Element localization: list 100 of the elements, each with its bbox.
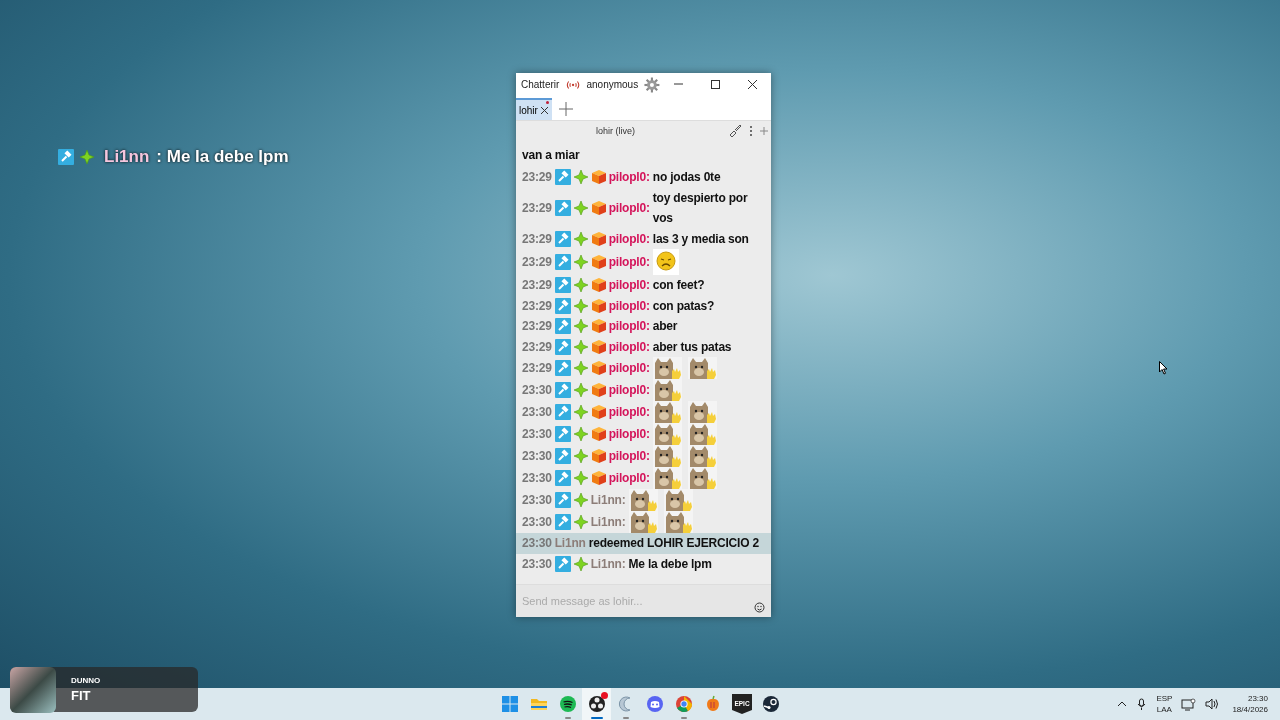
- more-icon[interactable]: [748, 125, 754, 137]
- cube-icon: [590, 470, 607, 486]
- account-name[interactable]: anonymous: [586, 79, 639, 90]
- cat-emote: [652, 423, 682, 445]
- microphone-icon[interactable]: [1136, 697, 1148, 711]
- cube-icon: [590, 448, 607, 464]
- chevron-up-icon[interactable]: [1117, 700, 1128, 708]
- cube-icon: [590, 338, 607, 355]
- cube-icon: [590, 254, 607, 270]
- username[interactable]: pilopl0:: [608, 423, 650, 445]
- username[interactable]: Li1nn: [554, 533, 586, 554]
- username[interactable]: pilopl0:: [608, 251, 650, 273]
- cat-emote: [652, 401, 682, 423]
- maximize-icon[interactable]: [710, 79, 721, 90]
- language-indicator[interactable]: ESP LAA: [1156, 693, 1173, 715]
- hammer-icon: [554, 200, 571, 216]
- username[interactable]: pilopl0:: [608, 197, 650, 219]
- browser-icon: [673, 694, 694, 714]
- sparkle-icon: [572, 470, 589, 486]
- brush-icon[interactable]: [728, 124, 742, 138]
- cat-emote: [628, 511, 658, 533]
- timestamp: 23:29: [522, 338, 552, 356]
- cat-emote: [652, 445, 682, 467]
- message-input-field[interactable]: Send message as lohir...: [516, 584, 771, 617]
- speaker-icon[interactable]: [1205, 697, 1220, 711]
- hammer-icon: [554, 470, 571, 486]
- message-text: aber tus patas: [652, 338, 732, 356]
- hammer-icon: [554, 492, 571, 508]
- taskbar-app[interactable]: [582, 688, 611, 720]
- sparkle-icon: [572, 492, 589, 508]
- cube-icon: [590, 230, 607, 247]
- sparkle-icon: [572, 297, 589, 314]
- username[interactable]: pilopl0:: [608, 467, 650, 489]
- artist-name: DUNNO: [71, 676, 101, 685]
- steam-icon: [760, 694, 781, 714]
- sparkle-icon: [572, 404, 589, 420]
- close-icon[interactable]: [539, 105, 549, 115]
- sparkle-icon: [572, 382, 589, 398]
- username[interactable]: pilopl0:: [608, 336, 650, 357]
- hammer-icon: [554, 254, 571, 270]
- channel-title: lohir (live): [596, 126, 635, 136]
- album-art-photo: [10, 666, 56, 713]
- timestamp: 23:29: [522, 253, 552, 271]
- username[interactable]: Li1nn:: [590, 553, 626, 574]
- cat-emote: [652, 467, 682, 489]
- monitor-icon[interactable]: [1181, 697, 1197, 711]
- broadcast-icon: [566, 78, 581, 91]
- face-emote: [652, 249, 679, 275]
- game-controller-icon: [644, 694, 665, 714]
- message-text: con feet?: [652, 277, 705, 294]
- timestamp: 23:29: [522, 230, 552, 248]
- clock-date[interactable]: 18/4/2026: [1232, 704, 1268, 715]
- emoji-icon[interactable]: [754, 602, 765, 613]
- hammer-icon: [554, 448, 571, 464]
- cube-icon: [590, 277, 607, 294]
- username[interactable]: pilopl0:: [608, 445, 650, 467]
- clock-time[interactable]: 23:30: [1247, 693, 1268, 704]
- username[interactable]: pilopl0:: [608, 228, 650, 249]
- settings-icon[interactable]: [644, 75, 660, 94]
- running-indicator: [623, 717, 629, 719]
- hammer-icon: [554, 360, 571, 376]
- sparkle-icon: [572, 200, 589, 216]
- sparkle-icon: [572, 426, 589, 442]
- hammer-icon: [554, 297, 571, 314]
- cursor-icon: [1159, 361, 1168, 375]
- cube-icon: [590, 382, 607, 398]
- hammer-icon: [554, 169, 571, 186]
- username[interactable]: pilopl0:: [608, 316, 650, 337]
- cube-icon: [590, 360, 607, 376]
- cube-icon: [590, 169, 607, 186]
- message-text: no jodas 0te: [652, 169, 721, 186]
- unread-dot: [545, 101, 549, 104]
- username[interactable]: pilopl0:: [608, 379, 650, 401]
- timestamp: 23:30: [522, 447, 552, 465]
- sound-waves-icon: [557, 694, 578, 714]
- sparkle-icon: [572, 555, 589, 572]
- cube-icon: [590, 297, 607, 314]
- username[interactable]: pilopl0:: [608, 401, 650, 423]
- channel-tab[interactable]: lohir: [516, 98, 552, 120]
- sparkle-icon: [572, 169, 589, 186]
- close-icon[interactable]: [747, 79, 758, 90]
- timestamp: 23:30: [522, 381, 552, 399]
- username[interactable]: pilopl0:: [608, 295, 650, 316]
- start-icon: [499, 694, 520, 714]
- hammer-icon: [554, 514, 571, 530]
- username[interactable]: pilopl0:: [608, 275, 650, 296]
- cat-emote: [628, 489, 658, 511]
- username[interactable]: pilopl0:: [608, 167, 650, 188]
- username[interactable]: Li1nn:: [590, 489, 626, 511]
- cat-emote: [687, 467, 717, 489]
- overlay-username: Li1nn: [104, 147, 150, 167]
- hammer-icon: [554, 426, 571, 442]
- username[interactable]: pilopl0:: [608, 357, 650, 379]
- username[interactable]: Li1nn:: [590, 511, 626, 533]
- sparkle-icon: [572, 318, 589, 335]
- timestamp: 23:30: [522, 535, 552, 552]
- sparkle-icon: [572, 254, 589, 270]
- sparkle-icon: [79, 149, 95, 165]
- timestamp: 23:30: [522, 491, 552, 509]
- message-input[interactable]: Send message as lohir...: [520, 594, 744, 608]
